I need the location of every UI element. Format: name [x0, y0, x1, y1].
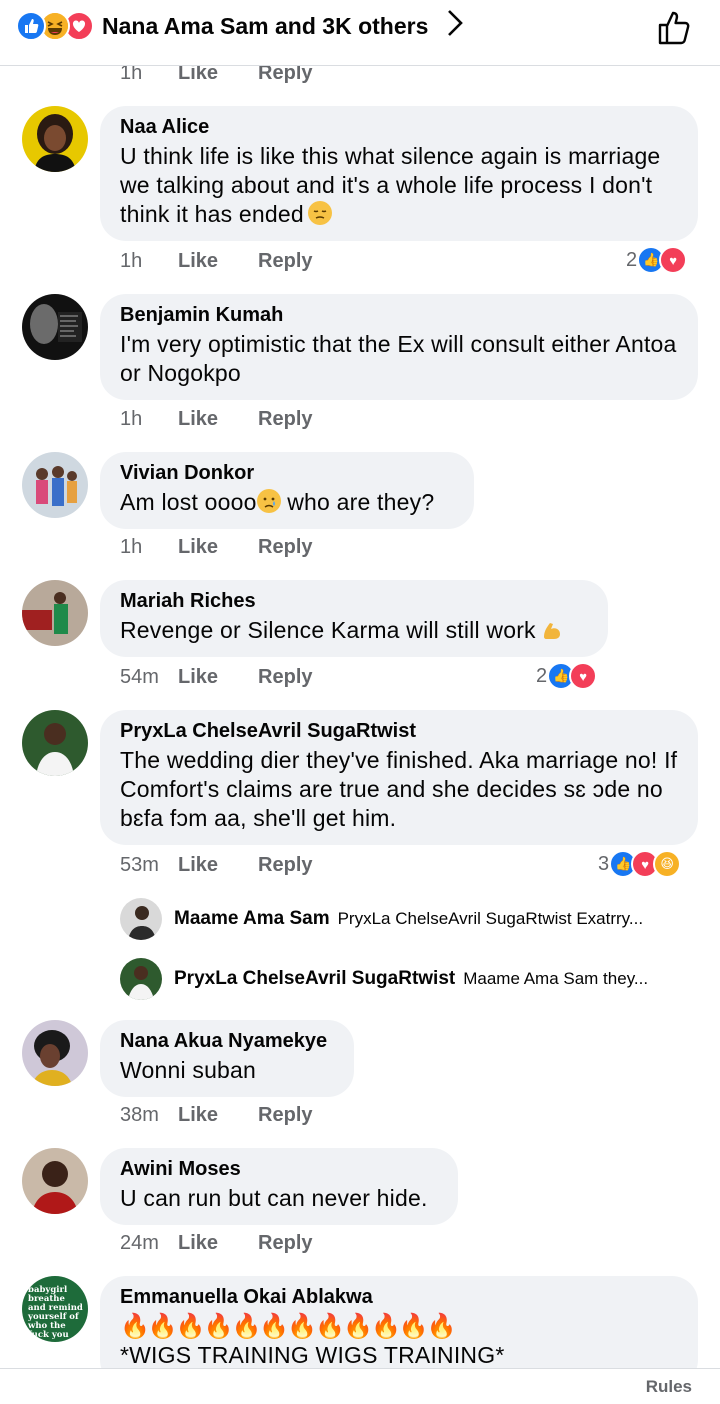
like-link[interactable]: Like: [178, 408, 218, 431]
reaction-count: 2: [626, 248, 638, 271]
chevron-right-icon[interactable]: [446, 8, 464, 44]
like-link[interactable]: Like: [178, 1104, 218, 1127]
avatar[interactable]: [22, 1148, 88, 1214]
comment-text: Revenge or Silence Karma will still work: [120, 616, 588, 645]
pensive-face-icon: [307, 201, 332, 225]
avatar[interactable]: [22, 452, 88, 518]
avatar[interactable]: [22, 106, 88, 172]
reply-link[interactable]: Reply: [258, 250, 312, 273]
reply-author[interactable]: Maame Ama Sam: [174, 908, 330, 930]
like-link[interactable]: Like: [178, 666, 218, 689]
commenter-name[interactable]: Nana Akua Nyamekye: [120, 1030, 334, 1053]
comment-actions: 53m Like Reply: [120, 854, 353, 877]
reply-preview[interactable]: Maame Ama Sam PryxLa ChelseAvril SugaRtw…: [120, 898, 643, 940]
reply-snippet: PryxLa ChelseAvril SugaRtwist Exatrry...: [337, 909, 644, 928]
comment-actions: 38m Like Reply: [120, 1104, 353, 1127]
avatar[interactable]: [120, 958, 162, 1000]
haha-icon: 😆: [653, 850, 682, 878]
avatar[interactable]: [22, 1020, 88, 1086]
comment-time: 1h: [120, 250, 143, 272]
love-icon: ♥: [569, 662, 598, 690]
reply-snippet: Maame Ama Sam they...: [463, 969, 649, 988]
reply-author[interactable]: PryxLa ChelseAvril SugaRtwist: [174, 968, 455, 990]
like-outline-icon[interactable]: [654, 8, 694, 48]
comment-text-part: Am lost oooo: [120, 489, 257, 515]
comment-text-body: U think life is like this what silence a…: [120, 143, 661, 227]
reaction-count: 3: [598, 852, 610, 875]
comment-bubble[interactable]: Mariah Riches Revenge or Silence Karma w…: [100, 580, 608, 657]
avatar[interactable]: babygirl breathe and remind yourself of …: [22, 1276, 88, 1342]
comment-reactions[interactable]: 2 👍 ♥: [626, 246, 688, 274]
comment-time: 38m: [120, 1104, 159, 1126]
reaction-count: 2: [536, 664, 548, 687]
comment-actions: 24m Like Reply: [120, 1232, 353, 1255]
comment-bubble[interactable]: Vivian Donkor Am lost oooo who are they?: [100, 452, 474, 529]
comment-actions: 1h Like Reply: [120, 250, 353, 273]
avatar[interactable]: [22, 710, 88, 776]
reply-link[interactable]: Reply: [258, 536, 312, 559]
comment-actions: 1h Like Reply: [120, 536, 353, 559]
rules-link[interactable]: Rules: [646, 1377, 692, 1397]
avatar[interactable]: [120, 898, 162, 940]
comment-bubble[interactable]: Benjamin Kumah I'm very optimistic that …: [100, 294, 698, 400]
reply-link[interactable]: Reply: [258, 408, 312, 431]
reactions-summary-text[interactable]: Nana Ama Sam and 3K others: [102, 13, 428, 40]
reply-link[interactable]: Reply: [258, 666, 312, 689]
reactions-summary[interactable]: Nana Ama Sam and 3K others: [16, 8, 464, 44]
like-link[interactable]: Like: [178, 536, 218, 559]
like-link[interactable]: Like: [178, 250, 218, 273]
reactions-header[interactable]: Nana Ama Sam and 3K others: [0, 0, 720, 66]
comment-actions: 1h Like Reply: [120, 408, 353, 431]
comment-bubble[interactable]: Awini Moses U can run but can never hide…: [100, 1148, 458, 1225]
commenter-name[interactable]: Naa Alice: [120, 116, 678, 139]
comment-time: 53m: [120, 854, 159, 876]
commenter-name[interactable]: Mariah Riches: [120, 590, 588, 613]
comment-bubble[interactable]: PryxLa ChelseAvril SugaRtwist The weddin…: [100, 710, 698, 845]
comment-text: Am lost oooo who are they?: [120, 488, 454, 517]
reply-preview[interactable]: PryxLa ChelseAvril SugaRtwist Maame Ama …: [120, 958, 648, 1000]
like-link[interactable]: Like: [178, 854, 218, 877]
love-icon: ♥: [659, 246, 688, 274]
comment-text: U can run but can never hide.: [120, 1185, 428, 1211]
reply-link[interactable]: Reply: [258, 1104, 312, 1127]
commenter-name[interactable]: Awini Moses: [120, 1158, 438, 1181]
comment-text: U think life is like this what silence a…: [120, 142, 678, 229]
reply-link[interactable]: Reply: [258, 1232, 312, 1255]
comment-text: The wedding dier they've finished. Aka m…: [120, 747, 678, 831]
like-icon: [16, 11, 46, 41]
comment-reactions[interactable]: 2 👍 ♥: [536, 662, 598, 690]
fire-emoji-row: 🔥🔥🔥🔥🔥🔥🔥🔥🔥🔥🔥🔥: [120, 1313, 457, 1340]
footer-bar: Rules: [0, 1368, 720, 1404]
comment-time: 24m: [120, 1232, 159, 1254]
comment-time: 1h: [120, 536, 143, 558]
commenter-name[interactable]: PryxLa ChelseAvril SugaRtwist: [120, 720, 678, 743]
comment-time: 54m: [120, 666, 159, 688]
avatar-quote-text: babygirl breathe and remind yourself of …: [28, 1285, 83, 1343]
commenter-name[interactable]: Emmanuella Okai Ablakwa: [120, 1286, 678, 1309]
comment-reactions[interactable]: 3 👍 ♥ 😆: [598, 850, 682, 878]
comment-actions: 54m Like Reply: [120, 666, 353, 689]
commenter-name[interactable]: Benjamin Kumah: [120, 304, 678, 327]
avatar[interactable]: [22, 294, 88, 360]
comment-bubble[interactable]: Nana Akua Nyamekye Wonni suban: [100, 1020, 354, 1097]
commenter-name[interactable]: Vivian Donkor: [120, 462, 454, 485]
comment-time: 1h: [120, 408, 143, 430]
reply-link[interactable]: Reply: [258, 854, 312, 877]
comment-text: Wonni suban: [120, 1057, 257, 1083]
flexed-biceps-icon: [540, 617, 564, 641]
comment-text-body: Revenge or Silence Karma will still work: [120, 617, 536, 643]
crying-face-icon: [256, 489, 281, 513]
comment-text: I'm very optimistic that the Ex will con…: [120, 331, 677, 386]
comment-bubble[interactable]: Naa Alice U think life is like this what…: [100, 106, 698, 241]
like-link[interactable]: Like: [178, 1232, 218, 1255]
comment-text: *WIGS TRAINING WIGS TRAINING*: [120, 1342, 505, 1368]
avatar[interactable]: [22, 580, 88, 646]
comment-text-part: who are they?: [280, 489, 435, 515]
